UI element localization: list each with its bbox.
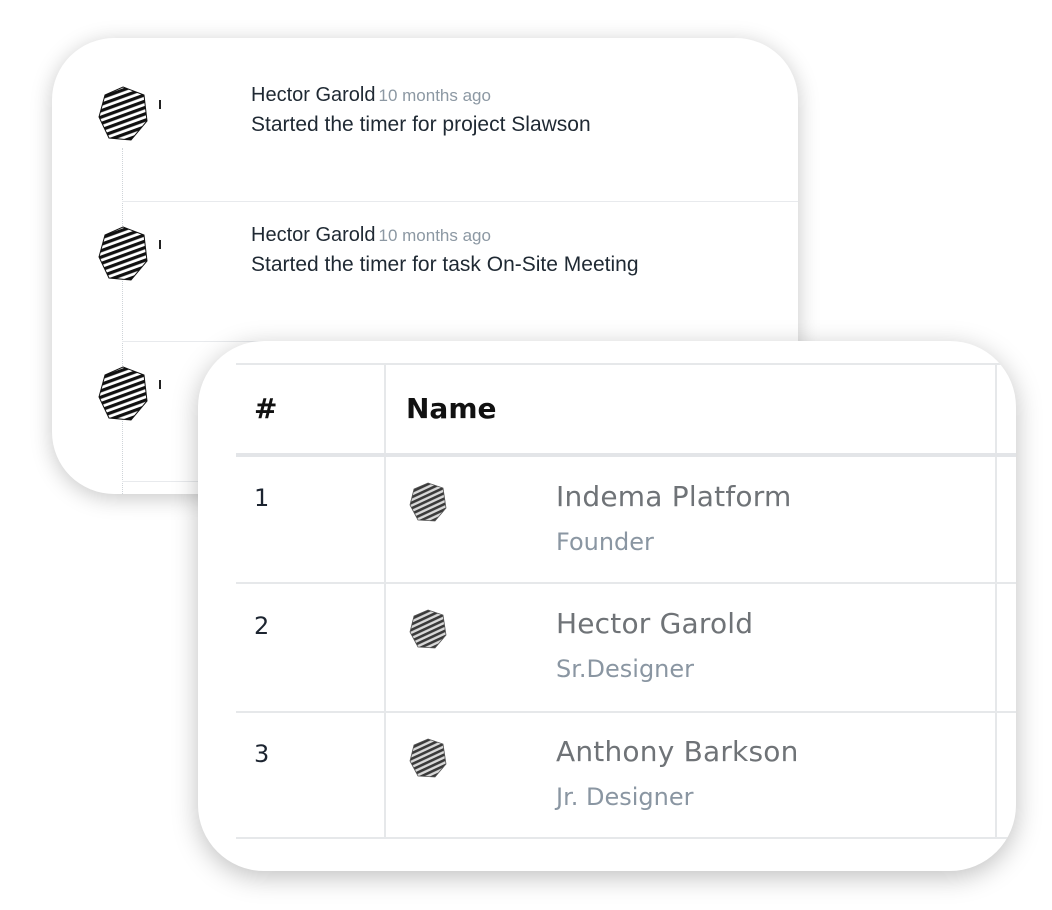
avatar-pattern-icon[interactable] [408,608,448,650]
activity-time: 10 months ago [378,226,491,245]
row-number: 3 [254,740,270,768]
activity-time: 10 months ago [378,86,491,105]
screenshot-stage: Hector Garold 10 months ago Started the t… [0,0,1052,910]
timeline-marker [159,240,161,249]
activity-author[interactable]: Hector Garold [251,84,376,106]
avatar-pattern-icon[interactable] [97,365,149,423]
member-role: Sr.Designer [556,655,695,683]
avatar-pattern-icon[interactable] [97,85,149,143]
avatar-pattern-icon[interactable] [408,737,448,779]
row-number: 1 [254,484,270,512]
column-divider [995,364,997,839]
member-name[interactable]: Indema Platform [556,480,791,513]
member-name[interactable]: Hector Garold [556,607,753,640]
member-role: Jr. Designer [556,783,694,811]
row-divider [236,582,1016,584]
header-divider [236,453,1016,457]
table-top-border [236,363,1016,365]
activity-message: Started the timer for task On-Site Meeti… [251,253,639,276]
member-name[interactable]: Anthony Barkson [556,735,799,768]
timeline-marker [159,380,161,389]
table-bottom-border [236,837,1016,839]
activity-message: Started the timer for project Slawson [251,113,591,136]
activity-author[interactable]: Hector Garold [251,224,376,246]
column-header-name[interactable]: Name [406,392,497,425]
avatar-pattern-icon[interactable] [97,225,149,283]
activity-item: Hector Garold 10 months ago Started the t… [98,62,798,202]
members-table-card: # Name 1 Indema Platform Founder 2 Hecto… [198,341,1016,871]
activity-text: Hector Garold 10 months ago Started the t… [251,224,639,277]
row-divider [236,711,1016,713]
activity-text: Hector Garold 10 months ago Started the t… [251,84,591,137]
column-header-number[interactable]: # [254,392,277,425]
member-role: Founder [556,528,654,556]
activity-item: Hector Garold 10 months ago Started the t… [98,202,798,342]
avatar-pattern-icon[interactable] [408,481,448,523]
row-number: 2 [254,612,270,640]
column-divider [384,364,386,839]
timeline-marker [159,100,161,109]
